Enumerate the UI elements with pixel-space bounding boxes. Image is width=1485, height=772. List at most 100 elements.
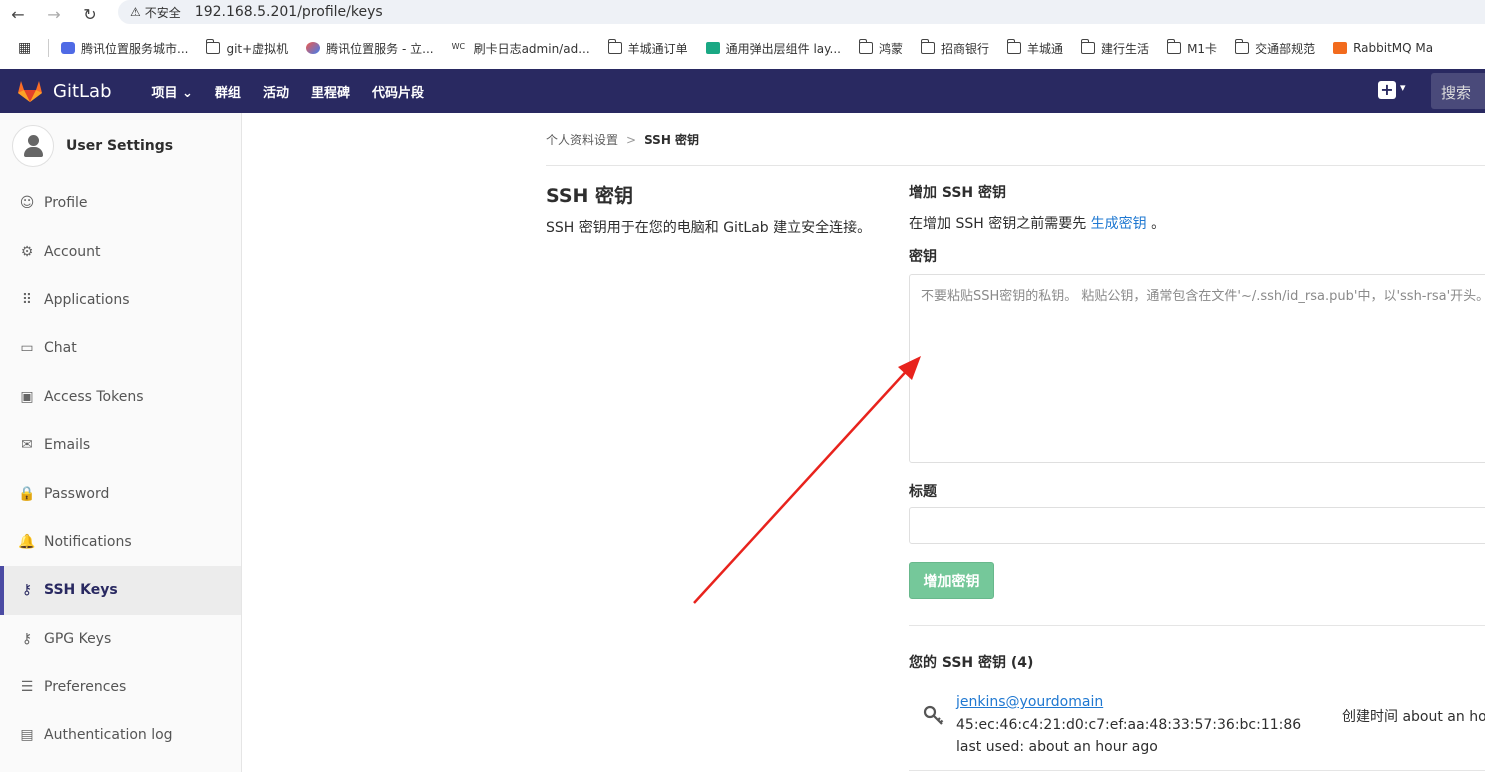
bookmark-item[interactable]: 交通部规范 bbox=[1235, 39, 1316, 57]
sidebar-item-label: Notifications bbox=[44, 533, 132, 550]
folder-icon bbox=[921, 39, 936, 54]
folder-icon bbox=[206, 39, 221, 54]
bookmark-item[interactable]: 鸿蒙 bbox=[859, 39, 904, 57]
bookmark-item[interactable]: git+虚拟机 bbox=[206, 39, 288, 57]
sidebar-item-access-tokens[interactable]: ▣ Access Tokens bbox=[0, 373, 241, 421]
sidebar-item-label: GPG Keys bbox=[44, 630, 112, 647]
breadcrumb-divider bbox=[546, 165, 1485, 166]
sidebar-item-profile[interactable]: ☺ Profile bbox=[0, 179, 241, 227]
search-input[interactable]: 搜索 bbox=[1431, 73, 1485, 109]
chevron-down-icon[interactable]: ▾ bbox=[1400, 81, 1406, 94]
address-bar[interactable]: ⚠ 不安全 192.168.5.201/profile/keys bbox=[118, 0, 1485, 24]
sidebar-item-applications[interactable]: ⠿ Applications bbox=[0, 276, 241, 324]
title-field-label: 标题 bbox=[909, 484, 937, 500]
avatar bbox=[12, 125, 54, 167]
sidebar-title: User Settings bbox=[66, 138, 174, 154]
account-icon: ⚙ bbox=[20, 243, 34, 260]
bookmark-item[interactable]: 羊城通订单 bbox=[607, 39, 688, 57]
layui-icon bbox=[705, 42, 720, 54]
bookmark-label: 刷卡日志admin/ad... bbox=[473, 41, 590, 56]
nav-milestones[interactable]: 里程碑 bbox=[311, 82, 350, 101]
sidebar-item-notifications[interactable]: 🔔 Notifications bbox=[0, 518, 241, 566]
key-textarea[interactable] bbox=[909, 274, 1485, 463]
bookmark-label: 羊城通 bbox=[1027, 41, 1064, 56]
forward-icon[interactable]: → bbox=[36, 5, 72, 24]
sidebar-item-label: Access Tokens bbox=[44, 388, 144, 405]
gitlab-brand[interactable]: GitLab bbox=[53, 81, 112, 102]
sidebar-item-label: Account bbox=[44, 243, 101, 260]
sidebar-item-password[interactable]: 🔒 Password bbox=[0, 469, 241, 517]
new-plus-icon[interactable]: + bbox=[1378, 81, 1396, 99]
sidebar-item-emails[interactable]: ✉ Emails bbox=[0, 421, 241, 469]
folder-icon bbox=[1081, 39, 1096, 54]
arrow-shaft bbox=[693, 364, 913, 604]
authentication-log-icon: ▤ bbox=[20, 727, 34, 744]
sidebar-item-label: Applications bbox=[44, 291, 130, 308]
section-divider bbox=[909, 625, 1485, 626]
bookmark-label: 羊城通订单 bbox=[627, 41, 688, 56]
bookmark-item[interactable]: 建行生活 bbox=[1081, 39, 1150, 57]
insecure-label[interactable]: 不安全 bbox=[145, 4, 181, 21]
reload-icon[interactable]: ↻ bbox=[72, 5, 108, 24]
bookmark-label: RabbitMQ Ma bbox=[1353, 41, 1434, 55]
bookmark-item[interactable]: WC 刷卡日志admin/ad... bbox=[452, 40, 590, 57]
sidebar-item-preferences[interactable]: ☰ Preferences bbox=[0, 663, 241, 711]
bookmark-label: 建行生活 bbox=[1101, 41, 1150, 56]
sidebar-header[interactable]: User Settings bbox=[0, 113, 241, 179]
url-text[interactable]: 192.168.5.201/profile/keys bbox=[195, 4, 383, 20]
bookmark-item[interactable]: 腾讯位置服务 - 立... bbox=[306, 40, 434, 57]
ssh-keys-icon: ⚷ bbox=[21, 582, 33, 599]
generate-key-link[interactable]: 生成密钥 bbox=[1091, 216, 1147, 232]
notifications-icon: 🔔 bbox=[18, 533, 36, 550]
gitlab-header: GitLab 项目 ⌄ 群组 活动 里程碑 代码片段 + ▾ 搜索 bbox=[0, 69, 1485, 113]
gitlab-logo-icon[interactable] bbox=[17, 79, 43, 103]
folder-icon bbox=[1007, 39, 1022, 54]
breadcrumb-current[interactable]: SSH 密钥 bbox=[644, 131, 699, 148]
folder-icon bbox=[859, 39, 873, 54]
nav-groups[interactable]: 群组 bbox=[215, 82, 241, 101]
bookmark-label: 交通部规范 bbox=[1255, 41, 1316, 56]
sidebar-item-ssh-keys[interactable]: ⚷ SSH Keys bbox=[0, 566, 241, 615]
page-description: SSH 密钥用于在您的电脑和 GitLab 建立安全连接。 bbox=[546, 220, 872, 236]
back-icon[interactable]: ← bbox=[0, 5, 36, 24]
breadcrumb: 个人资料设置 > SSH 密钥 bbox=[546, 131, 699, 148]
key-icon bbox=[923, 705, 944, 725]
bookmark-label: 鸿蒙 bbox=[879, 41, 904, 56]
sidebar-item-chat[interactable]: ▭ Chat bbox=[0, 324, 241, 372]
key-list-item[interactable]: jenkins@yourdomain 45:ec:46:c4:21:d0:c7:… bbox=[909, 690, 1485, 770]
bookmark-item[interactable]: 招商银行 bbox=[921, 39, 989, 57]
bookmark-item[interactable]: 通用弹出层组件 lay... bbox=[705, 40, 841, 57]
sidebar-nav: ☺ Profile ⚙ Account ⠿ Applications ▭ Chat ▣ Acces… bbox=[0, 179, 241, 760]
applications-icon: ⠿ bbox=[21, 291, 33, 308]
sidebar-item-authentication-log[interactable]: ▤ Authentication log bbox=[0, 711, 241, 759]
preferences-icon: ☰ bbox=[20, 679, 34, 696]
nav-snippets[interactable]: 代码片段 bbox=[372, 82, 424, 101]
sidebar-item-account[interactable]: ⚙ Account bbox=[0, 227, 241, 275]
bookmark-item[interactable]: M1卡 bbox=[1167, 39, 1218, 57]
access-tokens-icon: ▣ bbox=[20, 388, 34, 405]
browser-toolbar: ← → ↻ ⚠ 不安全 192.168.5.201/profile/keys bbox=[0, 0, 1485, 28]
add-key-button[interactable]: 增加密钥 bbox=[909, 562, 994, 599]
warning-icon[interactable]: ⚠ bbox=[130, 5, 141, 19]
breadcrumb-separator-icon: > bbox=[626, 132, 637, 147]
key-fingerprint: 45:ec:46:c4:21:d0:c7:ef:aa:48:33:57:36:b… bbox=[956, 717, 1302, 733]
key-title-link[interactable]: jenkins@yourdomain bbox=[956, 694, 1103, 710]
folder-icon bbox=[1235, 39, 1250, 54]
password-icon: 🔒 bbox=[18, 485, 36, 502]
bookmark-item[interactable]: 腾讯位置服务城市... bbox=[61, 40, 188, 57]
breadcrumb-parent[interactable]: 个人资料设置 bbox=[546, 131, 618, 148]
nav-activity[interactable]: 活动 bbox=[263, 82, 289, 101]
add-key-note-suffix: 。 bbox=[1151, 216, 1166, 232]
bookmark-item[interactable]: RabbitMQ Ma bbox=[1333, 41, 1433, 55]
link-icon bbox=[61, 42, 75, 54]
bookmark-item[interactable]: 羊城通 bbox=[1007, 39, 1064, 57]
sidebar-item-label: Password bbox=[44, 485, 110, 502]
key-created-at: 创建时间 about an ho bbox=[1342, 709, 1485, 725]
profile-icon: ☺ bbox=[19, 195, 35, 212]
title-input[interactable] bbox=[909, 507, 1485, 544]
nav-projects[interactable]: 项目 ⌄ bbox=[152, 82, 193, 101]
sidebar-item-label: Authentication log bbox=[44, 727, 173, 744]
sidebar-item-gpg-keys[interactable]: ⚷ GPG Keys bbox=[0, 615, 241, 663]
apps-grid-icon[interactable]: ▦ bbox=[18, 40, 36, 56]
bookmark-label: M1卡 bbox=[1187, 41, 1218, 56]
